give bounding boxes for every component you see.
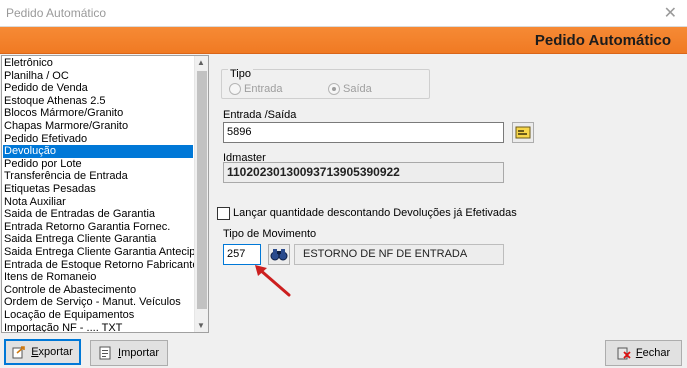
list-item[interactable]: Pedido por Lote bbox=[4, 158, 194, 171]
radio-entrada-label: Entrada bbox=[244, 83, 283, 95]
export-icon bbox=[12, 346, 26, 359]
list-item[interactable]: Entrada de Estoque Retorno Fabricante bbox=[4, 259, 194, 272]
banner-title: Pedido Automático bbox=[534, 32, 671, 49]
list-item[interactable]: Pedido de Venda bbox=[4, 82, 194, 95]
fechar-button[interactable]: Fechar bbox=[605, 340, 682, 366]
list-scrollbar[interactable]: ▲ ▼ bbox=[194, 56, 208, 332]
list-item[interactable]: Blocos Mármore/Granito bbox=[4, 107, 194, 120]
fechar-label: Fechar bbox=[635, 347, 671, 359]
entrada-saida-input[interactable]: 5896 bbox=[223, 122, 504, 143]
list-item[interactable]: Controle de Abastecimento bbox=[4, 284, 194, 297]
search-movimento-button[interactable] bbox=[268, 244, 290, 265]
list-item[interactable]: Saida de Entradas de Garantia bbox=[4, 208, 194, 221]
scroll-thumb[interactable] bbox=[197, 71, 207, 309]
entrada-saida-label: Entrada /Saída bbox=[223, 109, 297, 121]
footer-bar: Exportar Importar Fechar bbox=[0, 334, 687, 368]
list-item[interactable]: Estoque Athenas 2.5 bbox=[4, 95, 194, 108]
title-bar: Pedido Automático ✕ bbox=[0, 0, 687, 27]
hand-pointer-icon bbox=[515, 126, 531, 139]
type-listbox[interactable]: Eletrônico Planilha / OC Pedido de Venda Es… bbox=[1, 55, 209, 333]
header-banner: Pedido Automático bbox=[0, 27, 687, 54]
radio-saida[interactable]: Saída bbox=[328, 83, 372, 95]
window-title: Pedido Automático bbox=[6, 6, 107, 20]
scroll-down-icon[interactable]: ▼ bbox=[197, 321, 205, 330]
tipo-movimento-description: ESTORNO DE NF DE ENTRADA bbox=[294, 244, 504, 265]
list-item[interactable]: Transferência de Entrada bbox=[4, 170, 194, 183]
list-item[interactable]: Devolução bbox=[3, 145, 193, 159]
exportar-button[interactable]: Exportar bbox=[4, 339, 81, 365]
list-item[interactable]: Etiquetas Pesadas bbox=[4, 183, 194, 196]
binoculars-icon bbox=[270, 249, 288, 261]
list-item[interactable]: Saida Entrega Cliente Garantia bbox=[4, 233, 194, 246]
list-item[interactable]: Entrada Retorno Garantia Fornec. bbox=[4, 221, 194, 234]
idmaster-field: 11020230130093713905390922 bbox=[223, 162, 504, 183]
list-item[interactable]: Ordem de Serviço - Manut. Veículos bbox=[4, 296, 194, 309]
importar-label: Importar bbox=[118, 347, 159, 359]
radio-saida-circle[interactable] bbox=[328, 83, 340, 95]
list-item[interactable]: Eletrônico bbox=[4, 57, 194, 70]
exportar-label: Exportar bbox=[31, 346, 73, 358]
tipo-movimento-code-input[interactable]: 257 bbox=[223, 244, 261, 265]
importar-button[interactable]: Importar bbox=[90, 340, 168, 366]
list-item[interactable]: Itens de Romaneio bbox=[4, 271, 194, 284]
scroll-up-icon[interactable]: ▲ bbox=[197, 58, 205, 67]
tipo-movimento-label: Tipo de Movimento bbox=[223, 228, 317, 240]
close-door-icon bbox=[617, 347, 631, 360]
close-icon[interactable]: ✕ bbox=[664, 3, 677, 23]
form-panel: Tipo Entrada Saída Entrada /Saída 5896 I… bbox=[213, 55, 687, 333]
list-item[interactable]: Saida Entrega Cliente Garantia Antecipa bbox=[4, 246, 194, 259]
list-item[interactable]: Importação NF - .... TXT bbox=[4, 322, 194, 332]
radio-saida-label: Saída bbox=[343, 83, 372, 95]
import-icon bbox=[99, 346, 111, 360]
list-item[interactable]: Planilha / OC bbox=[4, 70, 194, 83]
list-item[interactable]: Locação de Equipamentos bbox=[4, 309, 194, 322]
list-item[interactable]: Chapas Marmore/Granito bbox=[4, 120, 194, 133]
list-item[interactable]: Pedido Efetivado bbox=[4, 133, 194, 146]
radio-entrada-circle[interactable] bbox=[229, 83, 241, 95]
lancar-quantidade-label: Lançar quantidade descontando Devoluções… bbox=[233, 207, 517, 219]
tipo-legend: Tipo bbox=[228, 68, 253, 80]
list-item[interactable]: Nota Auxiliar bbox=[4, 196, 194, 209]
radio-entrada[interactable]: Entrada bbox=[229, 83, 283, 95]
lancar-quantidade-checkbox[interactable] bbox=[217, 207, 230, 220]
search-entrada-button[interactable] bbox=[512, 122, 534, 143]
